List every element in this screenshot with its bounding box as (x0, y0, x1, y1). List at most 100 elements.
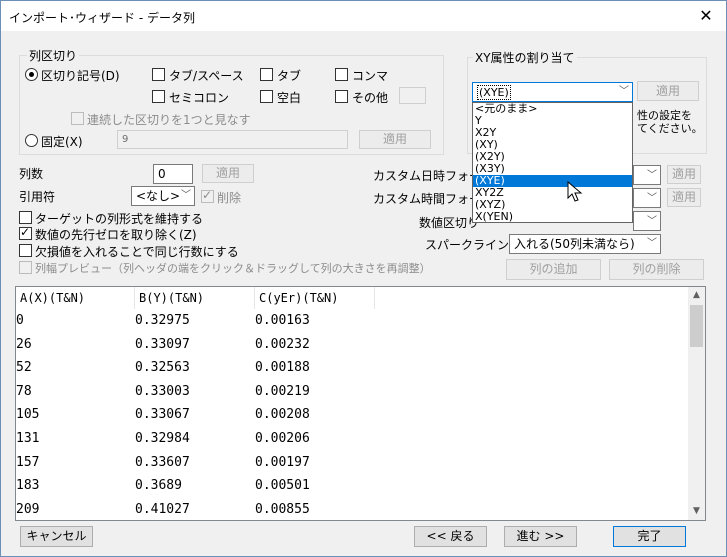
radio-fixed[interactable] (25, 134, 38, 147)
checkbox-delete[interactable] (201, 188, 214, 203)
checkbox-strip-zeros[interactable] (19, 225, 32, 240)
custom-time-combo[interactable]: ﹀ (633, 188, 661, 208)
custom-datetime-apply-button[interactable]: 適用 (667, 165, 701, 184)
xy-selected-value: (XYE) (477, 85, 511, 100)
strip-zeros-label: 数値の先行ゼロを取り除く(Z) (35, 228, 197, 242)
chevron-down-icon: ﹀ (647, 216, 657, 227)
chevron-down-icon: ﹀ (647, 170, 657, 181)
treat-consecutive-label: 連続した区切りを1つと見なす (87, 113, 251, 127)
xy-group-label: XY属性の割り当て (473, 49, 577, 66)
tab-label: タブ (277, 69, 302, 83)
xy-option[interactable]: <元のまま> (473, 103, 632, 115)
back-button[interactable]: << 戻る (414, 526, 487, 547)
blank-label: 空白 (277, 91, 302, 105)
col-width-label: 列幅プレビュー（列ヘッダの端をクリック＆ドラッグして列の大きさを再調整） (35, 262, 431, 275)
custom-time-label: カスタム時間フォー (373, 192, 482, 206)
table-cell: 0.00206 (255, 431, 310, 446)
custom-datetime-label: カスタム日時フォー (373, 169, 482, 183)
scroll-up-icon[interactable]: ▲ (688, 287, 705, 304)
table-cell: 0.00855 (255, 501, 310, 517)
table-cell: 0.00163 (255, 313, 310, 328)
sparkline-combo[interactable]: 入れる(50列未満なら) ﹀ (509, 234, 661, 254)
import-wizard-window: インポート･ウィザード - データ列 ✕ 列区切り 区切り記号(D) タブ/スペ… (0, 0, 727, 557)
mouse-cursor-icon (567, 181, 583, 202)
vertical-scrollbar[interactable]: ▲ ▼ (688, 287, 705, 520)
table-cell: 0.3689 (135, 478, 182, 494)
table-cell: 0.33097 (135, 336, 190, 352)
checkbox-semicolon[interactable] (152, 90, 165, 103)
xy-hint-line2: てください。 (637, 122, 703, 135)
data-preview-grid[interactable]: A(X)(T&N) B(Y)(T&N) C(yEr)(T&N) 0 0.32975… (15, 286, 706, 521)
table-cell: 0 (16, 313, 24, 328)
chevron-down-icon: ﹀ (181, 190, 191, 201)
checkbox-comma[interactable] (335, 68, 348, 81)
xy-option[interactable]: X(YEN) (473, 211, 632, 223)
table-cell: 26 (16, 336, 32, 352)
table-cell: 0.00501 (255, 478, 310, 494)
radio-delimiter[interactable] (25, 68, 38, 81)
quote-value: <なし> (136, 189, 181, 203)
keep-format-label: ターゲットの列形式を維持する (35, 212, 204, 226)
chevron-down-icon: ﹀ (647, 238, 657, 249)
table-cell: 0.00208 (255, 407, 310, 423)
table-cell: 0.00188 (255, 360, 310, 376)
scroll-down-icon[interactable]: ▼ (688, 503, 705, 520)
table-cell: 157 (16, 454, 40, 470)
table-cell: 78 (16, 383, 32, 399)
delimiter-group-label: 列区切り (27, 47, 80, 64)
table-cell: 0.32984 (135, 431, 190, 446)
table-cell: 131 (16, 431, 40, 446)
checkbox-same-rows[interactable] (19, 244, 32, 257)
table-cell: 0.41027 (135, 501, 190, 517)
other-input[interactable] (399, 87, 426, 104)
chevron-down-icon: ﹀ (619, 86, 629, 97)
table-cell: 0.33607 (135, 454, 190, 470)
checkbox-col-width[interactable] (19, 261, 32, 274)
column-header[interactable]: C(yEr)(T&N) (255, 287, 375, 309)
numeric-separator-combo[interactable]: ﹀ (633, 211, 661, 231)
tab-space-label: タブ/スペース (169, 69, 244, 83)
xy-designation-combo[interactable]: (XYE) ﹀ (472, 82, 633, 102)
table-cell: 0.00232 (255, 336, 310, 352)
xy-option[interactable]: Y (473, 115, 632, 127)
checkbox-treat-consecutive[interactable] (71, 112, 84, 125)
cancel-button[interactable]: キャンセル (20, 526, 93, 547)
custom-time-apply-button[interactable]: 適用 (667, 188, 701, 207)
table-cell: 0.00197 (255, 454, 310, 470)
custom-datetime-combo[interactable]: ﹀ (633, 165, 661, 185)
column-header[interactable]: B(Y)(T&N) (135, 287, 255, 309)
xy-apply-button[interactable]: 適用 (637, 81, 699, 101)
table-cell: 0.00219 (255, 383, 310, 399)
delete-column-button[interactable]: 列の削除 (609, 259, 704, 280)
chevron-down-icon: ﹀ (647, 193, 657, 204)
table-cell: 0.32563 (135, 360, 190, 376)
radio-delimiter-label: 区切り記号(D) (41, 69, 120, 83)
xy-designation-dropdown-list[interactable]: <元のまま> Y X2Y (XY) (X2Y) (X3Y) (XYE) XY2Z (XYZ) X(… (472, 102, 633, 223)
checkbox-keep-format[interactable] (19, 211, 32, 224)
sparkline-value: 入れる(50列未満なら) (514, 237, 635, 251)
next-button[interactable]: 進む >> (504, 526, 577, 547)
columns-input[interactable]: 0 (153, 164, 193, 184)
quote-combo[interactable]: <なし> ﹀ (131, 186, 195, 206)
fixed-width-input[interactable]: 9 (117, 130, 348, 149)
fixed-apply-button[interactable]: 適用 (359, 130, 431, 149)
column-header[interactable]: A(X)(T&N) (16, 287, 135, 309)
table-cell: 209 (16, 501, 40, 517)
scrollbar-thumb[interactable] (690, 305, 703, 347)
checkbox-tab-space[interactable] (152, 68, 165, 81)
radio-fixed-label: 固定(X) (41, 135, 83, 149)
table-cell: 183 (16, 478, 40, 494)
checkbox-blank[interactable] (260, 90, 273, 103)
checkbox-tab[interactable] (260, 68, 273, 81)
sparkline-label: スパークライン (425, 238, 510, 252)
close-icon[interactable]: ✕ (686, 1, 726, 31)
columns-label: 列数 (19, 167, 44, 181)
checkbox-other[interactable] (335, 90, 348, 103)
table-cell: 0.32975 (135, 313, 190, 328)
add-column-button[interactable]: 列の追加 (506, 259, 601, 280)
table-cell: 0.33067 (135, 407, 190, 423)
window-title: インポート･ウィザード - データ列 (9, 11, 195, 25)
delete-label: 削除 (217, 191, 242, 205)
finish-button[interactable]: 完了 (613, 526, 686, 547)
columns-apply-button[interactable]: 適用 (202, 164, 254, 183)
